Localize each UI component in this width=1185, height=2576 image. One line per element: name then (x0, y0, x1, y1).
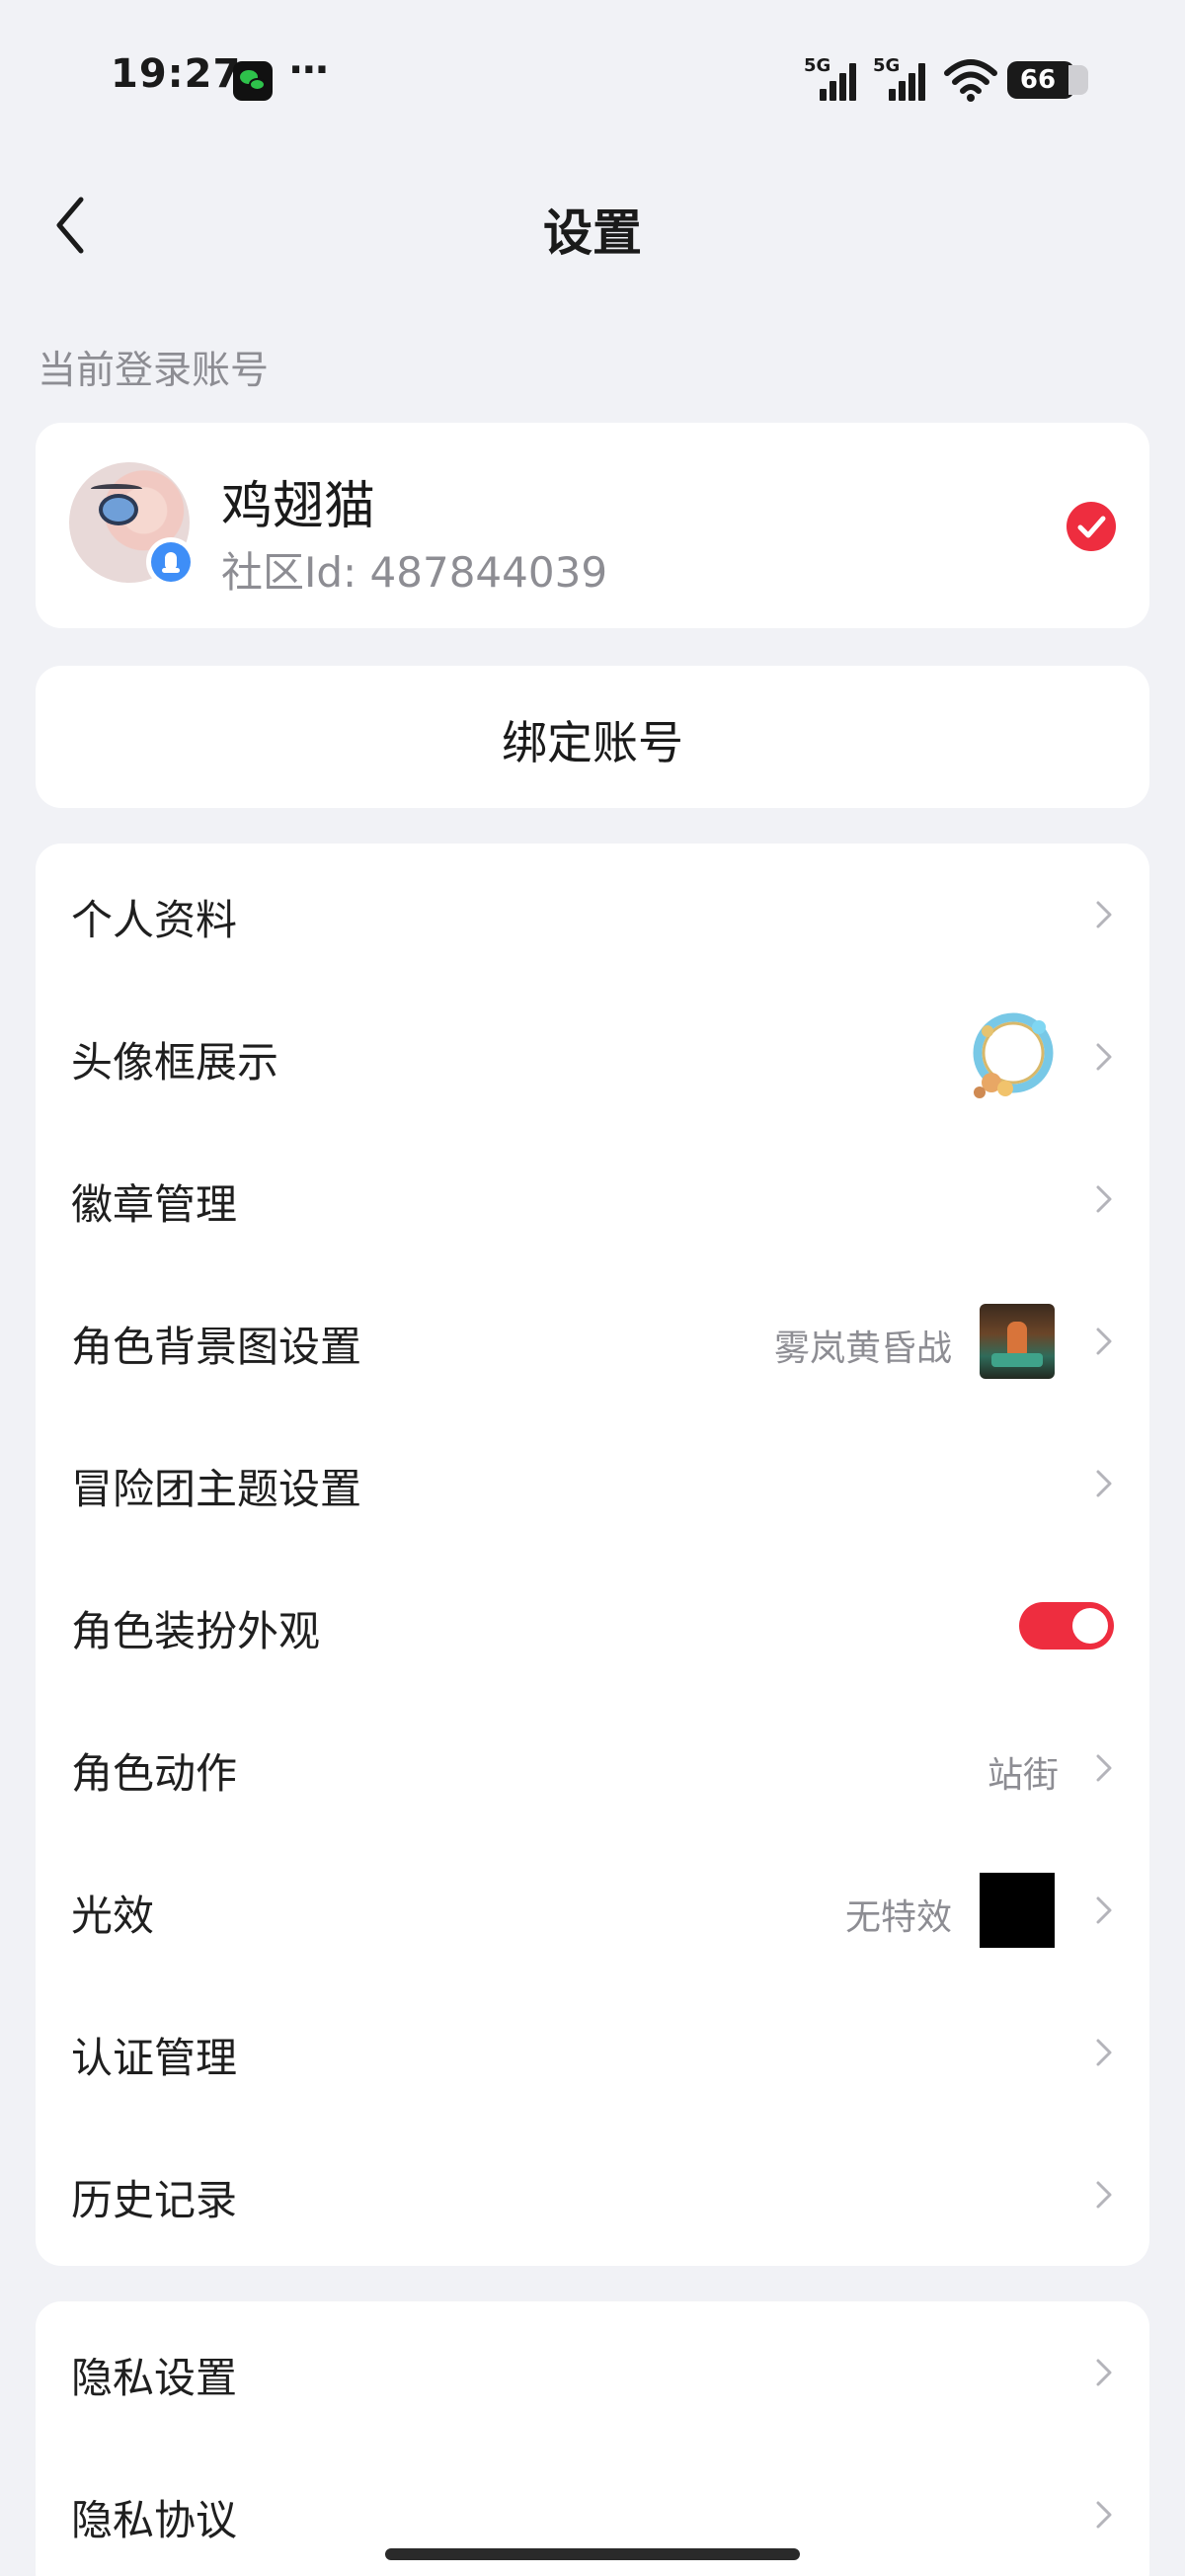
settings-item-label: 角色动作 (71, 1749, 238, 1798)
signal-label: 5G (804, 55, 831, 76)
chevron-right-icon (1096, 901, 1112, 928)
battery-icon: 66 (1007, 61, 1088, 99)
settings-item-value: 雾岚黄昏战 (773, 1328, 952, 1369)
appearance-toggle[interactable] (1019, 1602, 1114, 1650)
chevron-right-icon (1096, 1328, 1112, 1355)
chevron-right-icon (1096, 2181, 1112, 2209)
chevron-right-icon (1096, 1043, 1112, 1071)
chevron-right-icon (1096, 1896, 1112, 1924)
current-account-card[interactable]: 鸡翅猫 社区Id: 487844039 (36, 423, 1149, 628)
chevron-right-icon (1096, 2501, 1112, 2529)
settings-item-value: 无特效 (844, 1897, 952, 1938)
settings-item-character-action[interactable]: 角色动作 站街 (36, 1697, 1149, 1839)
signal-5g-icon: 5G (804, 55, 863, 101)
chevron-right-icon (1096, 1470, 1112, 1497)
signal-5g-icon: 5G (873, 55, 932, 101)
selected-check-icon (1066, 502, 1116, 551)
chevron-right-icon (1096, 1754, 1112, 1782)
battery-level: 66 (1019, 65, 1057, 95)
chevron-right-icon (1096, 2039, 1112, 2066)
avatar-frame-thumbnail (973, 1012, 1054, 1098)
settings-item-label: 头像框展示 (71, 1038, 279, 1087)
page-title: 设置 (543, 204, 642, 262)
status-bar: 19:27 ··· 5G 5G 66 (0, 0, 1185, 158)
wechat-icon (233, 61, 273, 101)
effect-thumbnail (980, 1873, 1055, 1948)
toggle-knob (1072, 1608, 1108, 1644)
settings-list: 个人资料 头像框展示 徽章管理 角色背景图设置 雾岚黄昏战 冒险团主题设置 角色… (36, 844, 1149, 2266)
settings-item-label: 个人资料 (71, 896, 238, 944)
settings-item-profile[interactable]: 个人资料 (36, 844, 1149, 986)
status-time: 19:27 (111, 51, 242, 97)
current-account-label: 当前登录账号 (38, 349, 270, 393)
settings-item-light-effect[interactable]: 光效 无特效 (36, 1839, 1149, 1981)
settings-item-verification[interactable]: 认证管理 (36, 1981, 1149, 2124)
more-icon: ··· (288, 47, 330, 93)
account-name: 鸡翅猫 (221, 477, 376, 536)
bind-account-label: 绑定账号 (502, 716, 683, 769)
home-indicator (385, 2548, 800, 2560)
settings-item-label: 隐私协议 (71, 2496, 238, 2544)
settings-page: 19:27 ··· 5G 5G 66 设置 当前登录账号 鸡翅猫 社区Id: 4… (0, 0, 1185, 2576)
settings-item-character-background[interactable]: 角色背景图设置 雾岚黄昏战 (36, 1270, 1149, 1412)
bind-account-button[interactable]: 绑定账号 (36, 666, 1149, 808)
settings-item-privacy-settings[interactable]: 隐私设置 (36, 2301, 1149, 2444)
settings-item-badges[interactable]: 徽章管理 (36, 1128, 1149, 1270)
settings-item-avatar-frame[interactable]: 头像框展示 (36, 986, 1149, 1128)
settings-item-character-appearance: 角色装扮外观 (36, 1555, 1149, 1697)
settings-item-label: 历史记录 (71, 2176, 238, 2224)
chevron-right-icon (1096, 2359, 1112, 2386)
settings-item-label: 隐私设置 (71, 2354, 238, 2402)
settings-item-guild-theme[interactable]: 冒险团主题设置 (36, 1412, 1149, 1555)
settings-item-label: 角色背景图设置 (71, 1323, 362, 1371)
signal-label: 5G (873, 55, 901, 76)
chevron-right-icon (1096, 1185, 1112, 1213)
qq-icon (146, 537, 196, 587)
privacy-list: 隐私设置 隐私协议 (36, 2301, 1149, 2576)
settings-item-label: 认证管理 (71, 2034, 238, 2082)
settings-item-label: 角色装扮外观 (71, 1607, 321, 1655)
background-thumbnail (980, 1304, 1055, 1379)
settings-item-label: 徽章管理 (71, 1180, 238, 1229)
settings-item-label: 冒险团主题设置 (71, 1465, 362, 1513)
settings-item-history[interactable]: 历史记录 (36, 2124, 1149, 2266)
wifi-icon (944, 59, 997, 102)
settings-item-value: 站街 (987, 1755, 1059, 1796)
community-id: 社区Id: 487844039 (221, 548, 608, 597)
settings-item-label: 光效 (71, 1892, 155, 1940)
